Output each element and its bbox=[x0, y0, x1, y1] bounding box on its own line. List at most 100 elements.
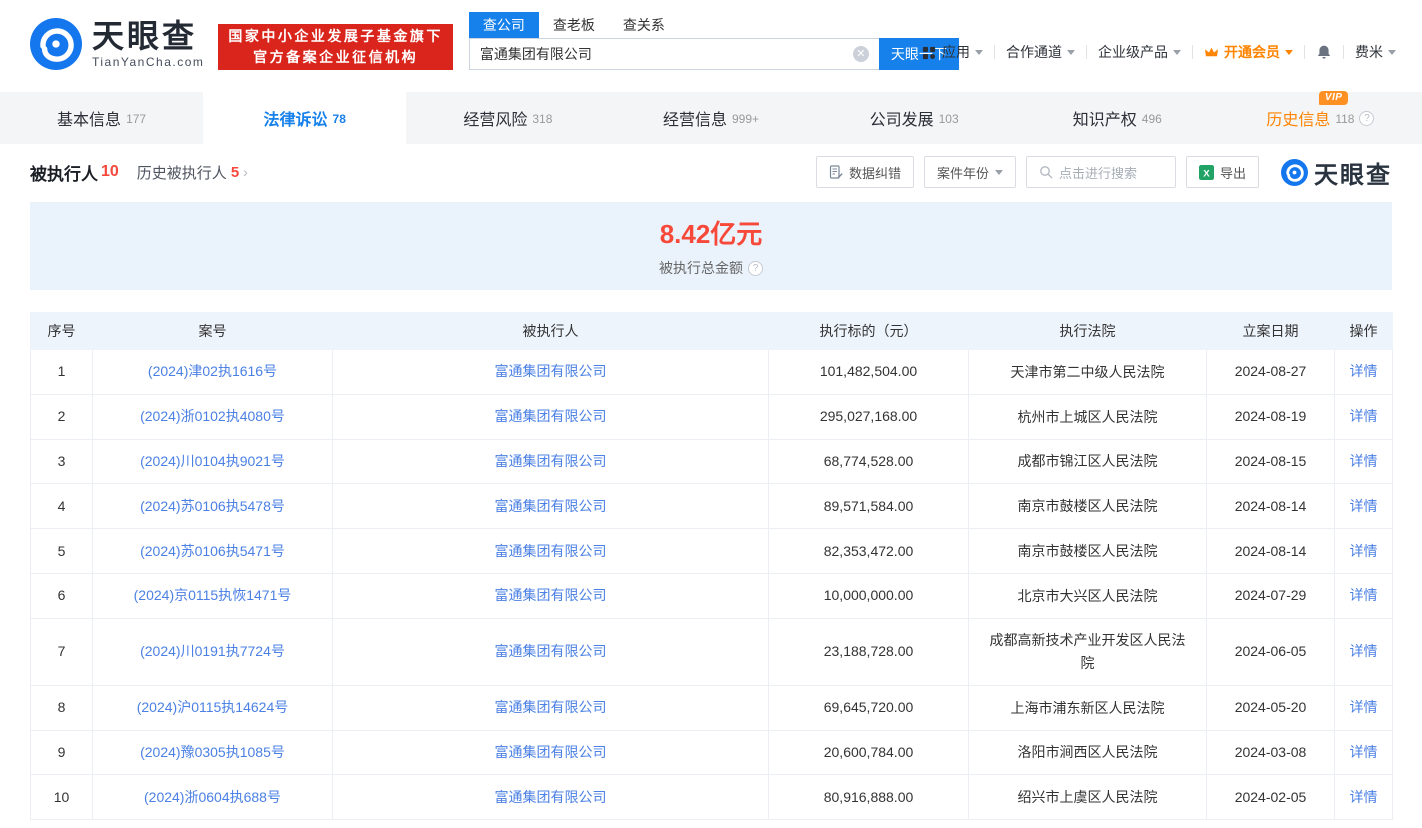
case-no-link[interactable]: (2024)苏0106执5471号 bbox=[140, 543, 285, 559]
detail-link[interactable]: 详情 bbox=[1350, 543, 1378, 559]
case-year-filter[interactable]: 案件年份 bbox=[923, 156, 1016, 188]
case-no-link[interactable]: (2024)沪0115执14624号 bbox=[137, 699, 289, 715]
table-search-input[interactable]: 点击进行搜索 bbox=[1025, 156, 1176, 188]
executed-persons-table: 序号 案号 被执行人 执行标的（元） 执行法院 立案日期 操作 1 (2024)津02执161… bbox=[30, 312, 1393, 821]
detail-link[interactable]: 详情 bbox=[1350, 587, 1378, 603]
person-link[interactable]: 富通集团有限公司 bbox=[495, 643, 607, 659]
case-no-link[interactable]: (2024)川0104执9021号 bbox=[140, 453, 285, 469]
case-no-link[interactable]: (2024)豫0305执1085号 bbox=[140, 744, 285, 760]
person-link[interactable]: 富通集团有限公司 bbox=[495, 543, 607, 559]
tab-business-risk[interactable]: 经营风险 318 bbox=[406, 92, 609, 144]
row-no: 8 bbox=[30, 684, 93, 731]
top-nav: 应用 合作通道 企业级产品 开通会员 费米 bbox=[922, 42, 1396, 62]
person-link[interactable]: 富通集团有限公司 bbox=[495, 363, 607, 379]
amount: 23,188,728.00 bbox=[768, 617, 969, 686]
tab-count: 496 bbox=[1141, 112, 1162, 126]
detail-link[interactable]: 详情 bbox=[1350, 453, 1378, 469]
case-no-link[interactable]: (2024)津02执1616号 bbox=[148, 363, 277, 379]
edit-doc-icon bbox=[829, 165, 843, 179]
tab-history-info[interactable]: 历史信息 118 VIP? bbox=[1219, 91, 1422, 144]
table-header-cell: 执行法院 bbox=[968, 312, 1207, 350]
help-icon[interactable]: ? bbox=[1359, 110, 1375, 126]
tab-legal-proceedings[interactable]: 法律诉讼 78 bbox=[203, 92, 407, 144]
bell-icon bbox=[1317, 45, 1331, 59]
amount: 69,645,720.00 bbox=[768, 684, 969, 731]
table-row: 1 (2024)津02执1616号 富通集团有限公司 101,482,504.00 天津… bbox=[30, 349, 1393, 395]
case-no-link[interactable]: (2024)京0115执恢1471号 bbox=[134, 587, 292, 603]
amount: 20,600,784.00 bbox=[768, 729, 969, 776]
nav-apps[interactable]: 应用 bbox=[922, 42, 983, 62]
tab-label: 经营风险 bbox=[463, 112, 528, 129]
person-link[interactable]: 富通集团有限公司 bbox=[495, 408, 607, 424]
nav-enterprise-label: 企业级产品 bbox=[1098, 44, 1168, 60]
detail-link[interactable]: 详情 bbox=[1350, 744, 1378, 760]
nav-apps-label: 应用 bbox=[942, 44, 970, 60]
nav-open-vip[interactable]: 开通会员 bbox=[1204, 42, 1293, 62]
nav-partner-channel[interactable]: 合作通道 bbox=[1006, 42, 1075, 62]
filing-date: 2024-06-05 bbox=[1206, 617, 1335, 686]
search-tab-company[interactable]: 查公司 bbox=[468, 12, 539, 38]
export-button[interactable]: X 导出 bbox=[1185, 156, 1259, 188]
company-search-input[interactable] bbox=[468, 38, 879, 70]
nav-open-vip-label: 开通会员 bbox=[1224, 44, 1280, 60]
case-no-link[interactable]: (2024)浙0604执688号 bbox=[144, 789, 281, 805]
person-link[interactable]: 富通集团有限公司 bbox=[495, 453, 607, 469]
court: 上海市浦东新区人民法院 bbox=[1010, 699, 1165, 716]
row-no: 2 bbox=[30, 393, 93, 440]
nav-separator bbox=[1304, 45, 1305, 59]
tab-label: 历史信息 bbox=[1266, 112, 1331, 129]
person-link[interactable]: 富通集团有限公司 bbox=[495, 789, 607, 805]
detail-link[interactable]: 详情 bbox=[1350, 498, 1378, 514]
case-no-link[interactable]: (2024)川0191执7724号 bbox=[140, 643, 285, 659]
court: 成都市锦江区人民法院 bbox=[1017, 453, 1158, 470]
person-link[interactable]: 富通集团有限公司 bbox=[495, 699, 607, 715]
history-executed-link[interactable]: 历史被执行人 5 › bbox=[137, 162, 248, 183]
tab-count: 103 bbox=[938, 112, 959, 126]
tab-count: 118 bbox=[1335, 112, 1355, 126]
filing-date: 2024-07-29 bbox=[1206, 572, 1335, 619]
detail-link[interactable]: 详情 bbox=[1350, 408, 1378, 424]
chevron-down-icon bbox=[1173, 49, 1181, 55]
detail-link[interactable]: 详情 bbox=[1350, 789, 1378, 805]
person-link[interactable]: 富通集团有限公司 bbox=[495, 744, 607, 760]
tab-intellectual-property[interactable]: 知识产权 496 bbox=[1016, 92, 1219, 144]
tab-basic-info[interactable]: 基本信息 177 bbox=[0, 92, 203, 144]
arrow-right-icon: › bbox=[243, 164, 248, 180]
case-no-link[interactable]: (2024)浙0102执4080号 bbox=[140, 408, 285, 424]
amount: 89,571,584.00 bbox=[768, 483, 969, 530]
company-detail-tabs: 基本信息 177 法律诉讼 78 经营风险 318 经营信息 999+ 公司发展 103 知识产权 4… bbox=[0, 91, 1422, 144]
nav-username: 费米 bbox=[1355, 44, 1383, 60]
nav-notifications[interactable] bbox=[1316, 44, 1332, 60]
filing-date: 2024-03-08 bbox=[1206, 729, 1335, 776]
help-icon[interactable]: ? bbox=[748, 260, 763, 276]
brand-logo[interactable]: 天眼查 TianYanCha.com bbox=[30, 18, 204, 70]
brand-name: 天眼查 bbox=[92, 18, 198, 54]
search-tab-boss[interactable]: 查老板 bbox=[539, 12, 609, 38]
data-correction-button[interactable]: 数据纠错 bbox=[815, 156, 914, 188]
nav-partner-label: 合作通道 bbox=[1006, 44, 1062, 60]
table-header-cell: 被执行人 bbox=[332, 312, 769, 350]
person-link[interactable]: 富通集团有限公司 bbox=[495, 498, 607, 514]
search-tab-relation[interactable]: 查关系 bbox=[609, 12, 679, 38]
export-label: 导出 bbox=[1219, 165, 1246, 181]
case-year-label: 案件年份 bbox=[936, 165, 989, 181]
row-no: 3 bbox=[30, 438, 93, 485]
row-no: 4 bbox=[30, 483, 93, 530]
tab-label: 经营信息 bbox=[662, 112, 727, 129]
case-no-link[interactable]: (2024)苏0106执5478号 bbox=[140, 498, 285, 514]
court: 南京市鼓楼区人民法院 bbox=[1017, 542, 1158, 559]
tab-business-info[interactable]: 经营信息 999+ bbox=[609, 92, 812, 144]
detail-link[interactable]: 详情 bbox=[1350, 699, 1378, 715]
nav-enterprise-products[interactable]: 企业级产品 bbox=[1098, 42, 1181, 62]
filing-date: 2024-08-19 bbox=[1206, 393, 1335, 440]
clear-icon[interactable]: ✕ bbox=[852, 46, 869, 62]
tab-company-development[interactable]: 公司发展 103 bbox=[813, 92, 1016, 144]
detail-link[interactable]: 详情 bbox=[1350, 363, 1378, 379]
search-type-tabs: 查公司 查老板 查关系 bbox=[468, 12, 959, 38]
executed-total-label: 被执行总金额 ? bbox=[659, 258, 763, 278]
person-link[interactable]: 富通集团有限公司 bbox=[495, 587, 607, 603]
nav-user-menu[interactable]: 费米 bbox=[1355, 42, 1396, 62]
main-content: 被执行人 10 历史被执行人 5 › 数据纠错 案件年份 点击进行搜索 X 导出… bbox=[0, 150, 1422, 821]
row-no: 6 bbox=[30, 572, 93, 619]
detail-link[interactable]: 详情 bbox=[1350, 643, 1378, 659]
